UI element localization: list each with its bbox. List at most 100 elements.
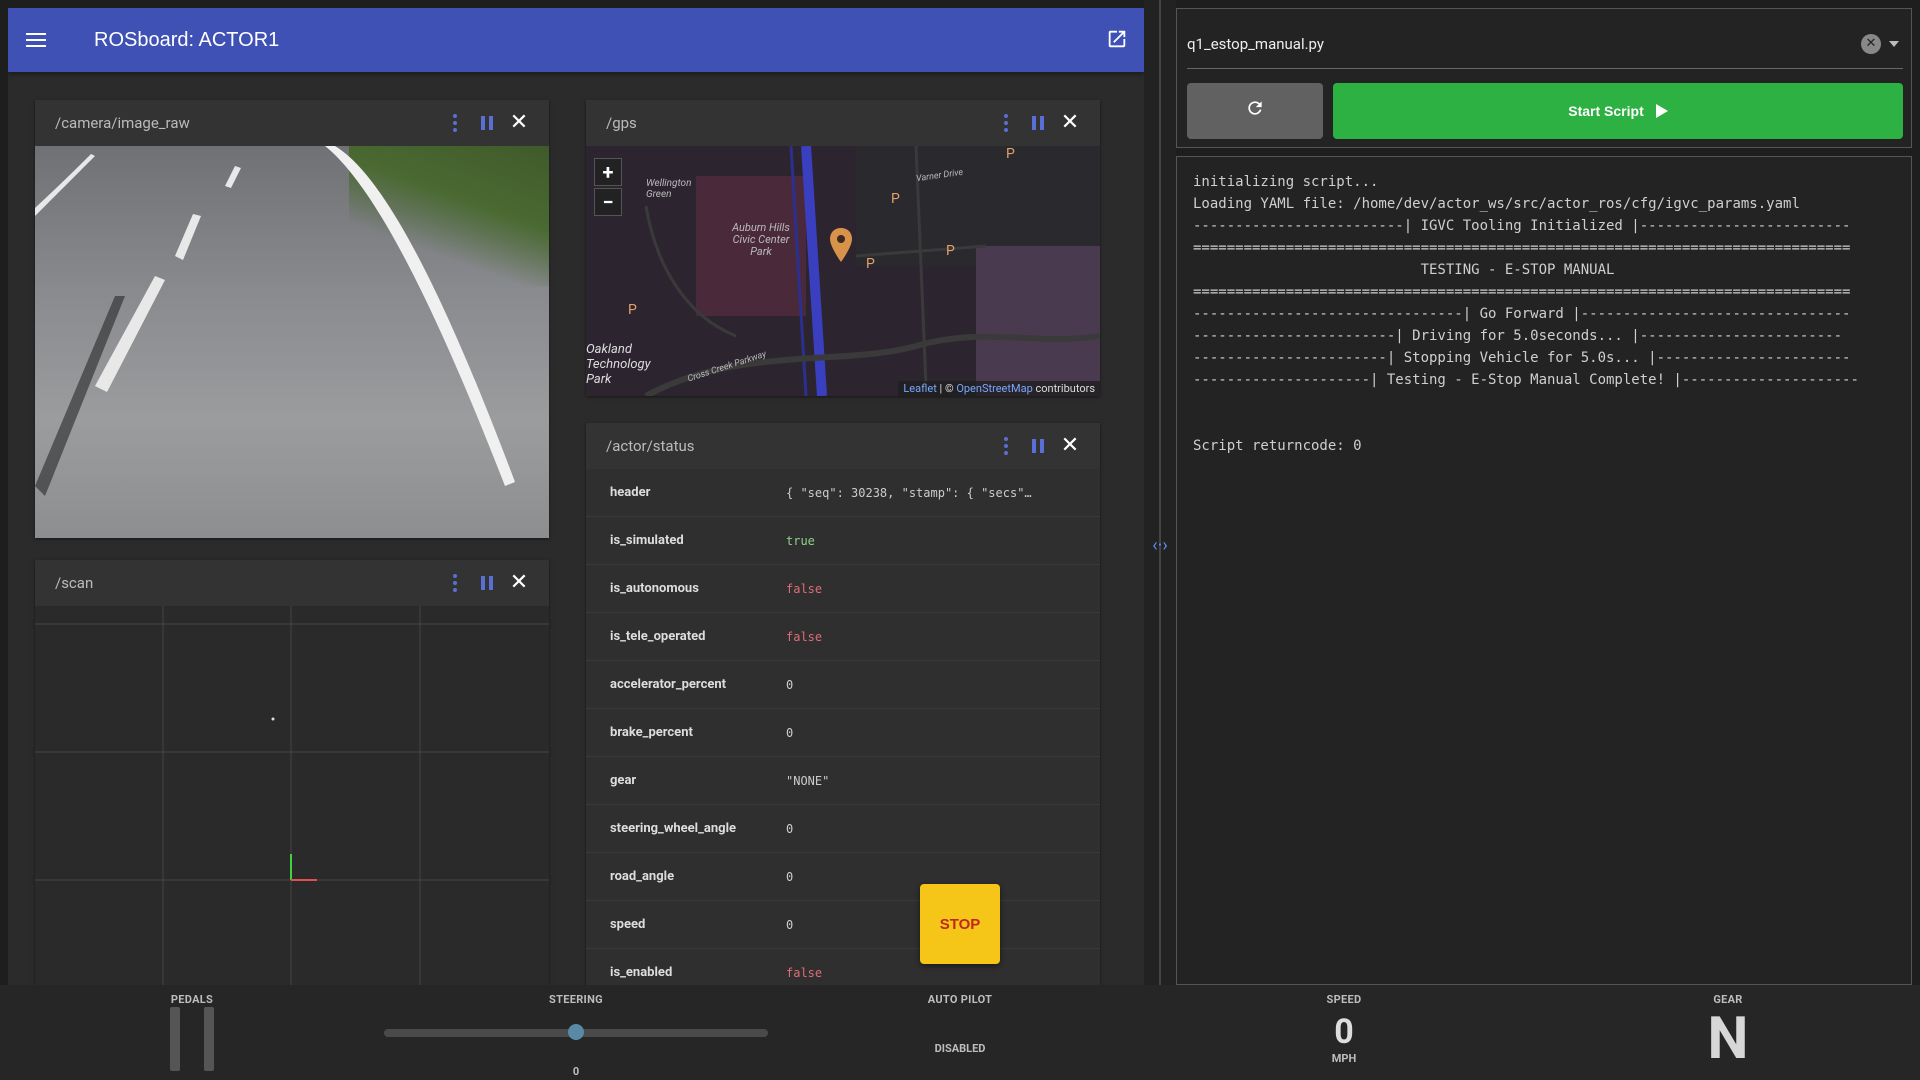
card-header: /camera/image_raw ✕: [35, 100, 549, 146]
status-key: is_enabled: [610, 965, 673, 980]
steering-section: STEERING: [536, 985, 616, 1006]
pause-icon[interactable]: [1028, 436, 1048, 456]
status-key: steering_wheel_angle: [610, 821, 737, 836]
console-line: ========================================…: [1193, 284, 1851, 300]
table-row: speed 0: [586, 901, 1100, 949]
pedals-section: PEDALS: [152, 985, 232, 1006]
card-title: /gps: [606, 114, 637, 132]
close-icon[interactable]: ✕: [1060, 435, 1080, 457]
card-title: /actor/status: [606, 437, 695, 455]
openstreetmap-link[interactable]: OpenStreetMap: [956, 382, 1032, 395]
table-row: is_autonomous false: [586, 565, 1100, 613]
status-key: speed: [610, 917, 646, 932]
status-value: 0: [786, 869, 794, 884]
console-line: TESTING - E-STOP MANUAL: [1193, 262, 1615, 278]
clear-icon[interactable]: ✕: [1861, 33, 1881, 54]
camera-card: /camera/image_raw ✕: [35, 100, 549, 538]
map-attribution: Leaflet | © OpenStreetMap contributors: [898, 381, 1100, 396]
status-key: header: [610, 485, 651, 500]
reload-button[interactable]: [1187, 83, 1323, 139]
leaflet-link[interactable]: Leaflet: [903, 382, 936, 395]
more-options-icon[interactable]: [996, 113, 1016, 133]
more-options-icon[interactable]: [996, 436, 1016, 456]
script-panel: q1_estop_manual.py ✕ Start Script initia…: [1176, 8, 1912, 985]
status-key: is_simulated: [610, 533, 684, 548]
zoom-out-button[interactable]: −: [594, 188, 622, 216]
autopilot-label: AUTO PILOT: [927, 993, 993, 1006]
resize-arrows-icon[interactable]: ‹·›: [1146, 535, 1174, 559]
console-line: Script returncode: 0: [1193, 438, 1362, 454]
map-label: Wellington Green: [646, 178, 692, 200]
top-app-bar: ROSboard: ACTOR1: [8, 8, 1144, 72]
zoom-in-button[interactable]: +: [594, 158, 622, 186]
brake-pedal-bar: [204, 1007, 214, 1071]
splitter-line: [1159, 0, 1161, 985]
steering-slider-thumb[interactable]: [568, 1024, 584, 1040]
attribution-separator: | ©: [936, 382, 957, 395]
status-value: 0: [786, 725, 794, 740]
menu-icon[interactable]: [26, 20, 78, 60]
scan-card: /scan ✕: [35, 560, 549, 985]
table-row: is_enabled false: [586, 949, 1100, 985]
pedals-label: PEDALS: [170, 993, 214, 1006]
map-label: Oakland Technology Park: [586, 342, 651, 387]
open-external-icon[interactable]: [1106, 28, 1128, 50]
close-icon[interactable]: ✕: [509, 112, 529, 134]
close-icon[interactable]: ✕: [509, 572, 529, 594]
table-row: steering_wheel_angle 0: [586, 805, 1100, 853]
status-value: { "seq": 30238, "stamp": { "secs"…: [786, 485, 1032, 500]
speed-label: SPEED: [1326, 993, 1362, 1006]
parking-marker: P: [891, 191, 900, 207]
status-value: "NONE": [786, 773, 830, 788]
parking-marker: P: [946, 243, 955, 259]
status-value: false: [786, 581, 823, 596]
start-script-label: Start Script: [1568, 103, 1644, 119]
script-select[interactable]: q1_estop_manual.py ✕: [1187, 19, 1903, 69]
console-line: -----------------------| Stopping Vehicl…: [1193, 350, 1851, 366]
pause-icon[interactable]: [477, 573, 497, 593]
status-value: false: [786, 629, 823, 644]
console-line: ========================================…: [1193, 240, 1851, 256]
chevron-down-icon[interactable]: [1889, 40, 1899, 47]
steering-value-wrap: 0: [536, 1065, 616, 1078]
parking-marker: P: [866, 256, 875, 272]
gps-map[interactable]: Wellington Green Auburn Hills Civic Cent…: [586, 146, 1100, 396]
scan-plot[interactable]: [35, 606, 549, 985]
road-markings: [35, 146, 515, 496]
status-value: 0: [786, 821, 794, 836]
status-key: road_angle: [610, 869, 675, 884]
camera-image: [35, 146, 549, 538]
table-row: brake_percent 0: [586, 709, 1100, 757]
gps-card: /gps ✕ Wellington Green Auburn Hills Civ…: [586, 100, 1100, 396]
console-line: Loading YAML file: /home/dev/actor_ws/sr…: [1193, 196, 1800, 212]
autopilot-value: DISABLED: [934, 1042, 986, 1055]
card-title: /scan: [55, 574, 94, 592]
gear-value: N: [1707, 1005, 1749, 1073]
steering-value: 0: [572, 1065, 580, 1078]
card-header: /actor/status ✕: [586, 423, 1100, 469]
stop-button[interactable]: STOP: [920, 884, 1000, 964]
console-line: --------------------------------| Go For…: [1193, 306, 1851, 322]
panel-splitter[interactable]: ‹·›: [1144, 0, 1176, 985]
more-options-icon[interactable]: [445, 573, 465, 593]
speed-section: SPEED 0 MPH: [1294, 985, 1394, 1065]
steering-label: STEERING: [549, 993, 603, 1006]
status-key: brake_percent: [610, 725, 693, 740]
location-pin-icon[interactable]: [830, 228, 852, 262]
actor-status-card: /actor/status ✕ header { "seq": 30238, "s…: [586, 423, 1100, 985]
close-icon[interactable]: ✕: [1060, 112, 1080, 134]
start-script-button[interactable]: Start Script: [1333, 83, 1903, 139]
speed-value: 0: [1334, 1012, 1354, 1052]
pause-icon[interactable]: [477, 113, 497, 133]
card-title: /camera/image_raw: [55, 114, 190, 132]
gear-section: GEAR N: [1678, 985, 1778, 1068]
parking-marker: P: [1006, 146, 1015, 162]
pause-icon[interactable]: [1028, 113, 1048, 133]
status-value: true: [786, 533, 815, 548]
card-header: /gps ✕: [586, 100, 1100, 146]
map-label: Auburn Hills Civic Center Park: [732, 221, 790, 258]
table-row: gear "NONE": [586, 757, 1100, 805]
more-options-icon[interactable]: [445, 113, 465, 133]
